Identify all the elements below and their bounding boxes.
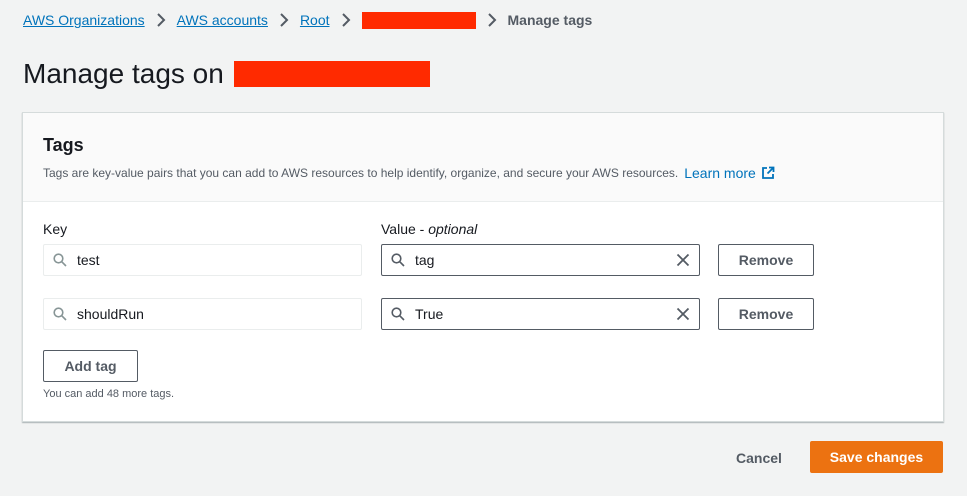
search-icon xyxy=(391,307,405,321)
breadcrumb-redacted-account[interactable] xyxy=(361,11,476,29)
add-tag-button[interactable]: Add tag xyxy=(43,350,138,382)
chevron-right-icon xyxy=(330,10,362,30)
tag-key-value: test xyxy=(77,252,100,268)
title-redacted-account xyxy=(233,61,430,87)
search-icon xyxy=(53,307,67,321)
tag-key-input[interactable]: test xyxy=(43,244,362,276)
remove-tag-button[interactable]: Remove xyxy=(718,298,814,330)
remove-tag-button[interactable]: Remove xyxy=(718,244,814,276)
tags-description-text: Tags are key-value pairs that you can ad… xyxy=(43,166,679,180)
tag-value-value: True xyxy=(415,306,444,322)
key-column-label: Key xyxy=(43,221,68,237)
clear-icon[interactable] xyxy=(676,253,690,267)
tags-panel-title: Tags xyxy=(43,135,84,155)
chevron-right-icon xyxy=(268,10,300,30)
save-changes-button[interactable]: Save changes xyxy=(810,441,943,473)
search-icon xyxy=(53,253,67,267)
tags-panel-header: Tags Tags are key-value pairs that you c… xyxy=(23,113,943,202)
breadcrumb-root[interactable]: Root xyxy=(300,12,330,28)
tag-value-value: tag xyxy=(415,252,435,268)
page-title-text: Manage tags on xyxy=(23,58,224,89)
chevron-right-icon xyxy=(145,10,177,30)
tags-panel-description: Tags are key-value pairs that you can ad… xyxy=(43,165,923,181)
chevron-right-icon xyxy=(476,10,508,30)
tag-key-input[interactable]: shouldRun xyxy=(43,298,362,330)
value-label-optional: optional xyxy=(428,221,478,237)
tags-editor: Key Value - optional test tag Remove sho… xyxy=(23,202,943,422)
breadcrumb-aws-organizations[interactable]: AWS Organizations xyxy=(23,12,145,28)
breadcrumb: AWS Organizations AWS accounts Root Mana… xyxy=(23,10,592,30)
tag-value-input[interactable]: True xyxy=(381,298,700,330)
tag-key-value: shouldRun xyxy=(77,306,144,322)
breadcrumb-aws-accounts[interactable]: AWS accounts xyxy=(177,12,268,28)
breadcrumb-current: Manage tags xyxy=(507,12,593,28)
value-label-text: Value - xyxy=(381,221,425,237)
page-title: Manage tags on xyxy=(23,56,430,92)
search-icon xyxy=(391,253,405,267)
remaining-tags-note: You can add 48 more tags. xyxy=(43,388,175,400)
learn-more-label: Learn more xyxy=(684,165,756,181)
clear-icon[interactable] xyxy=(676,307,690,321)
external-link-icon xyxy=(761,166,775,179)
cancel-button[interactable]: Cancel xyxy=(721,442,797,473)
tags-panel: Tags Tags are key-value pairs that you c… xyxy=(22,112,944,422)
value-column-label: Value - optional xyxy=(381,221,477,237)
tag-value-input[interactable]: tag xyxy=(381,244,700,276)
learn-more-link[interactable]: Learn more xyxy=(684,165,775,181)
